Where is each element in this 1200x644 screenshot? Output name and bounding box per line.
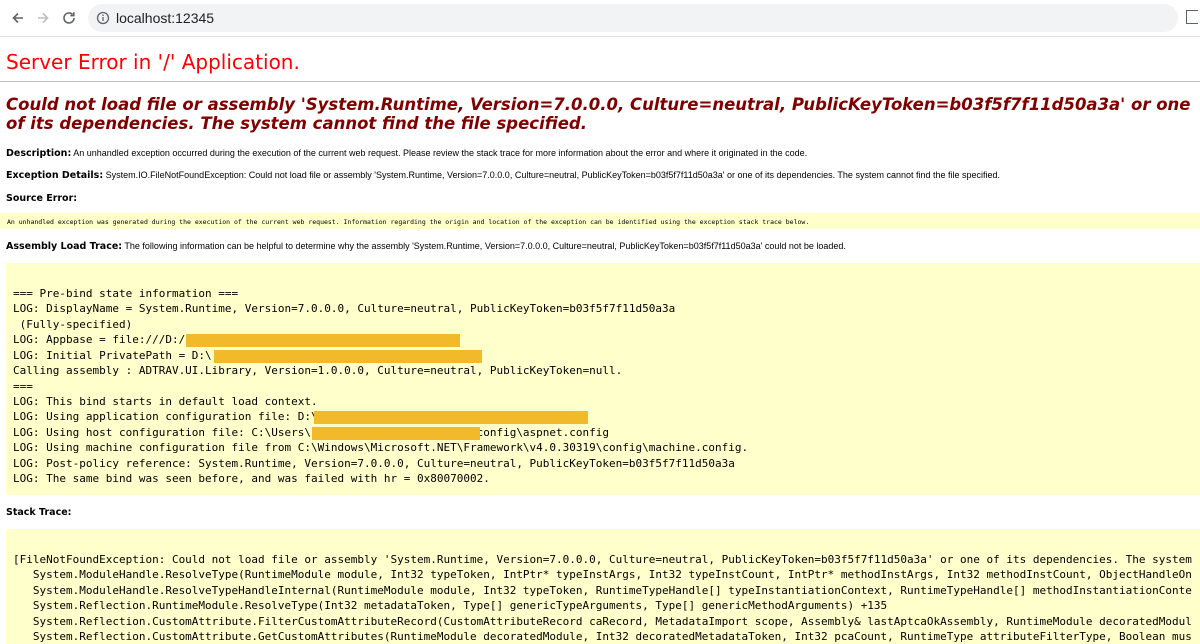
description-label: Description:: [6, 148, 72, 159]
trace-line: ===: [13, 380, 33, 393]
exception-label: Exception Details:: [6, 170, 104, 181]
exception-text: System.IO.FileNotFoundException: Could n…: [105, 170, 1001, 180]
source-text: An unhandled exception was generated dur…: [7, 218, 810, 226]
arrow-right-icon[interactable]: [31, 6, 55, 30]
redaction-bar: [214, 350, 482, 363]
stack-trace-box: [FileNotFoundException: Could not load f…: [6, 529, 1200, 644]
trace-line: LOG: The same bind was seen before, and …: [13, 472, 490, 485]
assembly-text: The following information can be helpful…: [124, 241, 846, 251]
assembly-trace-box: === Pre-bind state information === LOG: …: [6, 263, 1200, 495]
assembly-load-trace-section: Assembly Load Trace: The following infor…: [6, 241, 846, 252]
source-label: Source Error:: [6, 193, 78, 204]
redaction-bar: [312, 427, 480, 440]
stack-line: System.ModuleHandle.ResolveTypeHandleInt…: [13, 584, 1192, 597]
description-section: Description: An unhandled exception occu…: [6, 148, 807, 159]
title-divider: [0, 81, 1200, 82]
address-bar[interactable]: localhost:12345: [88, 4, 1178, 32]
stack-line: [FileNotFoundException: Could not load f…: [13, 553, 1192, 566]
exception-details-section: Exception Details: System.IO.FileNotFoun…: [6, 170, 1000, 181]
window-control[interactable]: [1186, 10, 1198, 24]
redaction-bar: [186, 334, 460, 347]
trace-line: (Fully-specified): [13, 318, 133, 331]
url-text[interactable]: localhost:12345: [116, 10, 214, 26]
stack-line: System.ModuleHandle.ResolveType(RuntimeM…: [13, 568, 1192, 581]
error-message: Could not load file or assembly 'System.…: [6, 95, 1191, 133]
site-info-icon[interactable]: [95, 10, 111, 26]
description-text: An unhandled exception occurred during t…: [73, 148, 808, 158]
trace-line: === Pre-bind state information ===: [13, 287, 239, 300]
trace-line: LOG: This bind starts in default load co…: [13, 395, 318, 408]
stack-trace-section: Stack Trace:: [6, 507, 71, 518]
reload-icon[interactable]: [57, 6, 81, 30]
stack-trace-label: Stack Trace:: [6, 507, 72, 518]
stack-line: System.Reflection.RuntimeModule.ResolveT…: [13, 599, 888, 612]
browser-toolbar: localhost:12345: [0, 0, 1200, 37]
assembly-label: Assembly Load Trace:: [6, 241, 123, 252]
arrow-left-icon[interactable]: [6, 6, 30, 30]
source-error-box: An unhandled exception was generated dur…: [0, 213, 1200, 229]
trace-line: Calling assembly : ADTRAV.UI.Library, Ve…: [13, 364, 623, 377]
trace-line: LOG: Post-policy reference: System.Runti…: [13, 457, 735, 470]
redaction-bar: [314, 411, 588, 424]
source-error-section: Source Error:: [6, 193, 77, 204]
page-title: Server Error in '/' Application.: [6, 50, 300, 74]
stack-line: System.Reflection.CustomAttribute.Filter…: [13, 615, 1192, 628]
trace-line: LOG: Using machine configuration file fr…: [13, 441, 749, 454]
trace-line: LOG: DisplayName = System.Runtime, Versi…: [13, 302, 676, 315]
stack-line: System.Reflection.CustomAttribute.GetCus…: [13, 630, 1192, 643]
